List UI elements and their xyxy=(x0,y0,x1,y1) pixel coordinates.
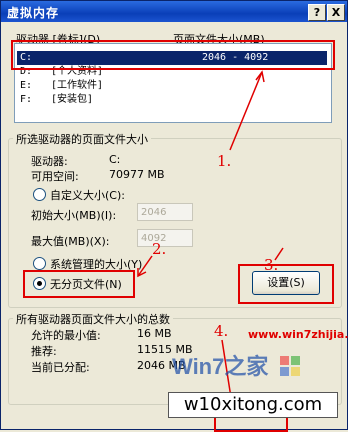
watermark-logo-text: Win7之家 xyxy=(172,354,269,379)
watermark-url: www.win7zhijia.cn xyxy=(248,328,348,341)
watermark-site: w10xitong.com xyxy=(168,392,338,418)
watermark-logo: Win7之家 xyxy=(168,352,344,380)
arrow-3 xyxy=(274,247,284,261)
arrow-1 xyxy=(229,71,263,151)
windows-flag-icon: Win7之家 xyxy=(172,354,300,379)
